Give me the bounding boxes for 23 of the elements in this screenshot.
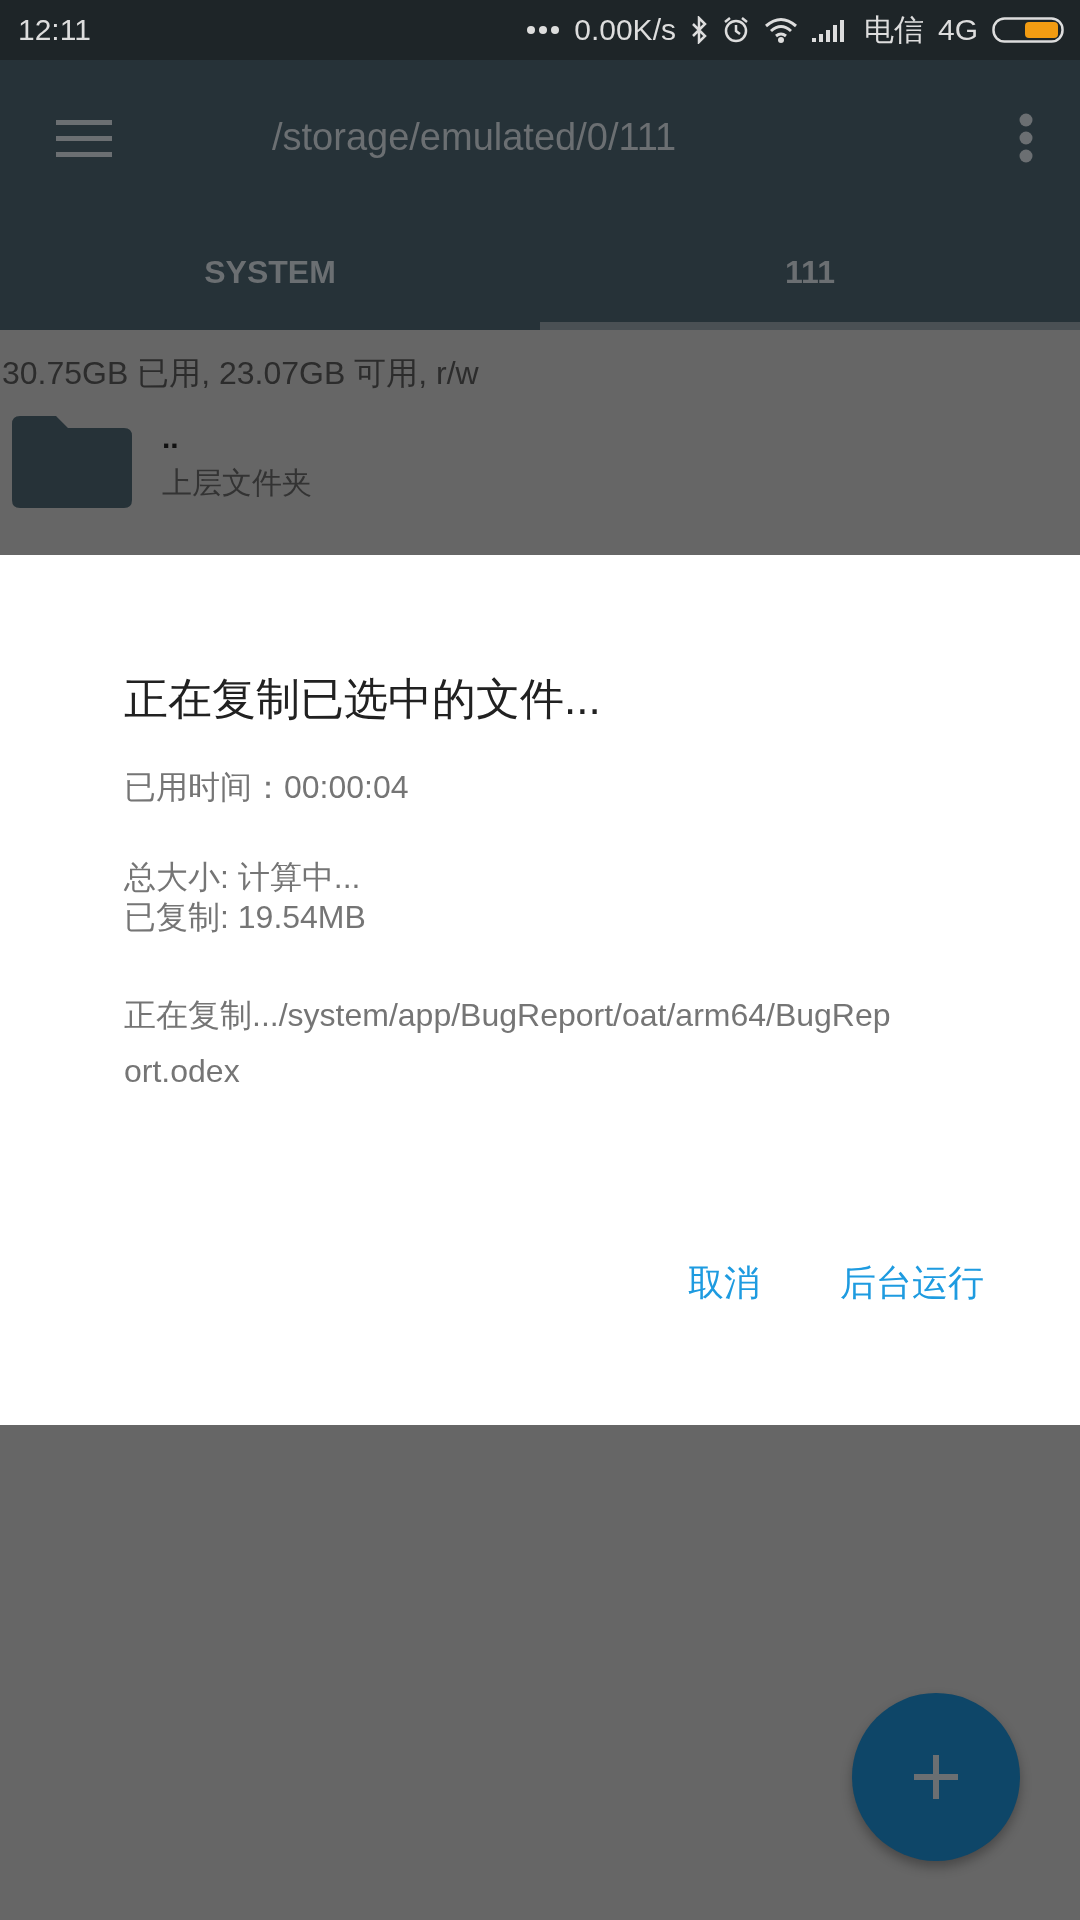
network-speed: 0.00K/s bbox=[574, 13, 676, 47]
menu-icon[interactable] bbox=[56, 117, 112, 158]
carrier-name: 电信 bbox=[863, 11, 924, 48]
folder-icon[interactable] bbox=[12, 414, 134, 510]
more-dots-icon bbox=[526, 25, 561, 35]
plus-icon bbox=[914, 1755, 958, 1799]
status-time: 12:11 bbox=[18, 13, 91, 47]
path-title: /storage/emulated/0/111 bbox=[272, 116, 678, 159]
file-name[interactable]: .. bbox=[162, 420, 312, 455]
dialog-button[interactable]: 后台运行 bbox=[830, 1249, 994, 1318]
bluetooth-icon bbox=[689, 16, 708, 44]
battery-icon bbox=[992, 17, 1064, 43]
wifi-icon bbox=[763, 17, 798, 43]
total-size: 总大小: 计算中... bbox=[124, 858, 362, 897]
copied-size: 已复制: 19.54MB bbox=[124, 898, 367, 937]
storage-info: 30.75GB 已用, 23.07GB 可用, r/w bbox=[1, 354, 480, 393]
tab[interactable]: SYSTEM bbox=[0, 215, 540, 330]
dialog-button[interactable]: 取消 bbox=[678, 1249, 770, 1318]
elapsed-time: 已用时间：00:00:04 bbox=[124, 768, 410, 807]
overflow-menu-icon[interactable] bbox=[1018, 112, 1034, 163]
current-file: 正在复制.../system/app/BugReport/oat/arm64/BugReport.odex bbox=[124, 996, 892, 1091]
dialog-title: 正在复制已选中的文件... bbox=[124, 673, 602, 725]
network-type: 4G bbox=[937, 13, 978, 47]
